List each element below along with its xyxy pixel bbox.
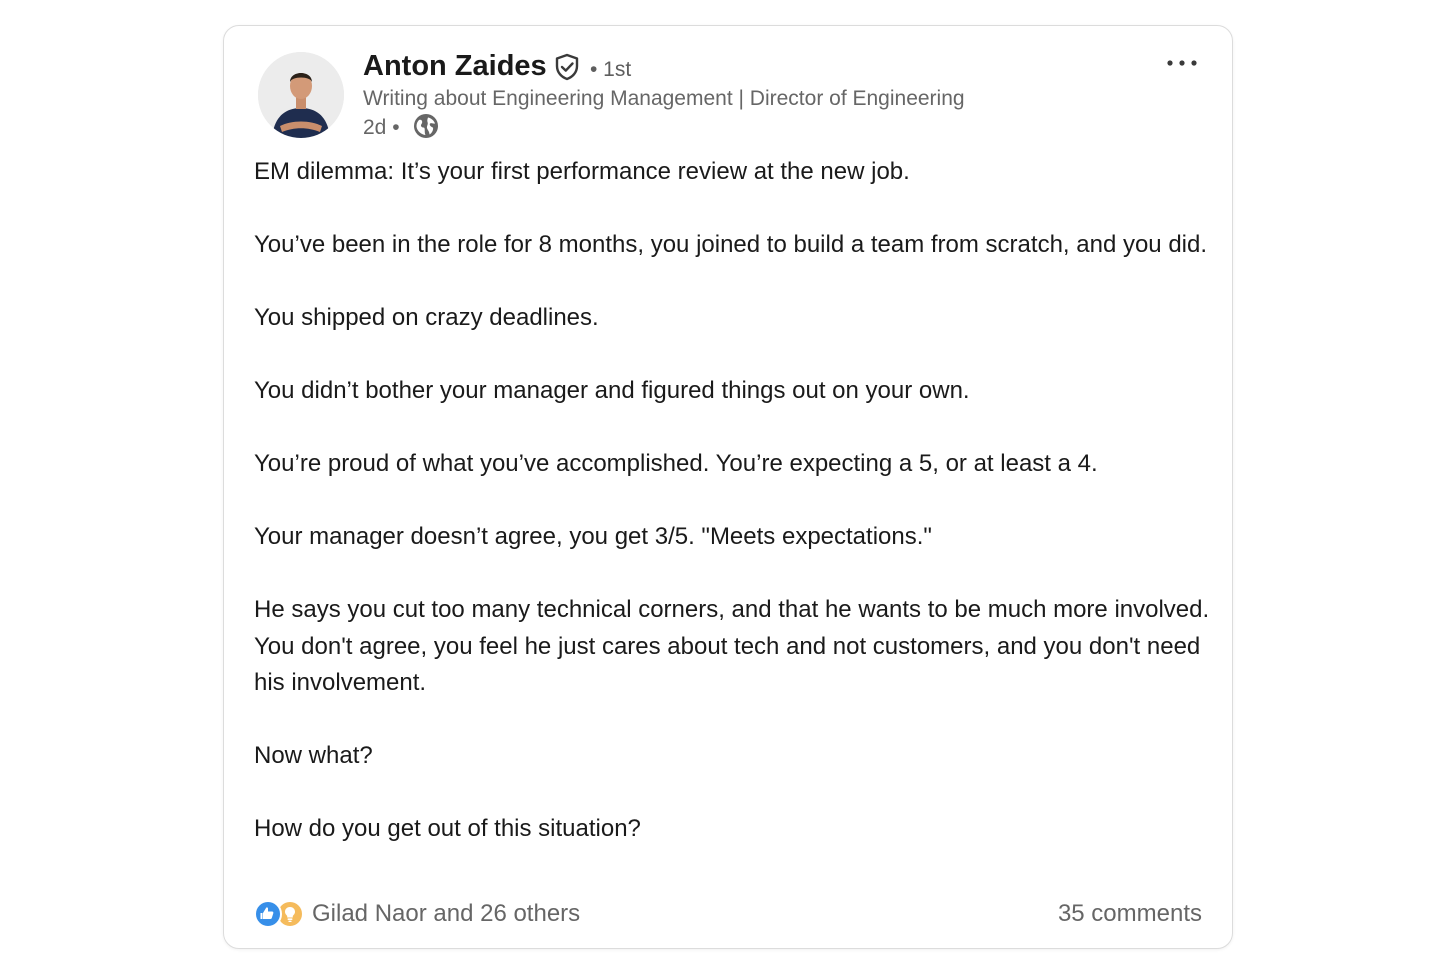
post-paragraph: You shipped on crazy deadlines. xyxy=(254,304,599,331)
connection-degree: • 1st xyxy=(590,58,632,81)
post-paragraph: You’re proud of what you’ve accomplished… xyxy=(254,450,1098,477)
more-options-button[interactable] xyxy=(1162,46,1202,80)
post-paragraph: Your manager doesn’t agree, you get 3/5.… xyxy=(254,523,932,550)
globe-icon xyxy=(413,113,439,139)
reaction-icons xyxy=(254,900,304,928)
post-paragraph: You’ve been in the role for 8 months, yo… xyxy=(254,231,1208,258)
post-paragraph: You didn’t bother your manager and figur… xyxy=(254,377,970,404)
ellipsis-icon xyxy=(1167,60,1197,66)
author-headline: Writing about Engineering Management | D… xyxy=(363,87,965,110)
post-paragraph: He says you cut too many technical corne… xyxy=(254,596,1216,696)
post-paragraph: How do you get out of this situation? xyxy=(254,815,641,842)
reactions-text: Gilad Naor and 26 others xyxy=(312,900,581,927)
post-time: 2d • xyxy=(363,116,400,139)
verified-shield-icon xyxy=(553,53,581,81)
post-paragraph: Now what? xyxy=(254,742,373,769)
reactions-summary[interactable]: Gilad Naor and 26 others xyxy=(254,898,580,930)
post-body: EM dilemma: It’s your first performance … xyxy=(254,154,1214,848)
author-name[interactable]: Anton Zaides xyxy=(363,48,547,84)
like-icon xyxy=(254,900,282,928)
comments-count-link[interactable]: 35 comments xyxy=(1058,898,1202,930)
post-paragraph: EM dilemma: It’s your first performance … xyxy=(254,158,910,185)
avatar[interactable] xyxy=(258,52,344,138)
post-card: Anton Zaides • 1st Writing about Enginee… xyxy=(223,25,1233,949)
